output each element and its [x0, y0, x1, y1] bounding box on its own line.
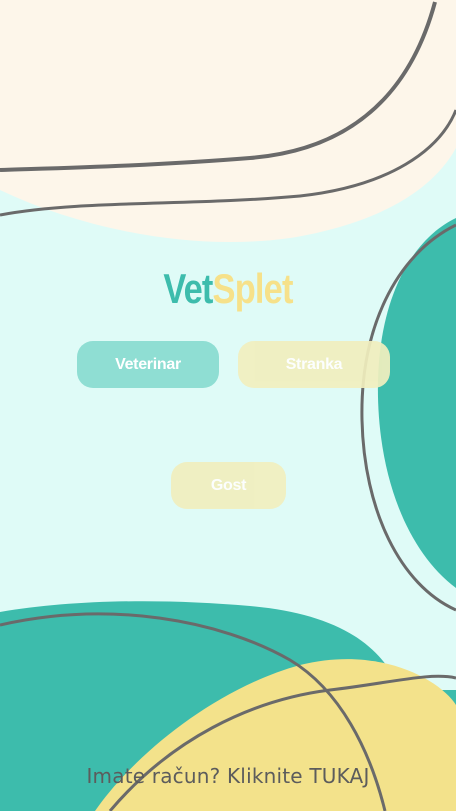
- background-decoration: [0, 0, 456, 811]
- login-link[interactable]: Imate račun? Kliknite TUKAJ: [0, 764, 456, 788]
- app-logo: VetSplet: [41, 262, 415, 316]
- gost-button[interactable]: Gost: [171, 462, 286, 509]
- stranka-button[interactable]: Stranka: [238, 341, 390, 388]
- veterinar-button[interactable]: Veterinar: [77, 341, 219, 388]
- logo-splet: Splet: [212, 265, 294, 312]
- logo-vet: Vet: [163, 265, 213, 312]
